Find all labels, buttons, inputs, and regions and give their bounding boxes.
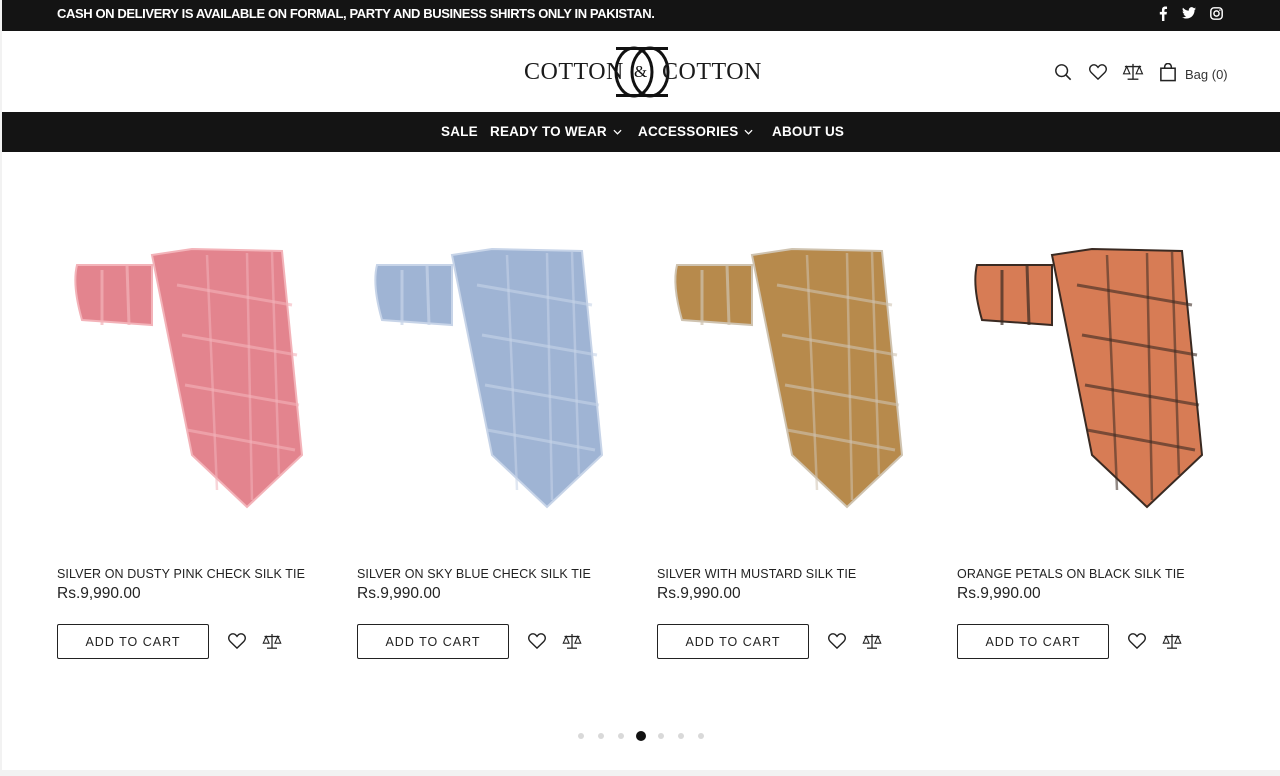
add-to-cart-button[interactable]: ADD TO CART [357,624,509,659]
product-price: Rs.9,990.00 [57,585,141,602]
chevron-down-icon [744,129,754,135]
nav-item-label: ABOUT US [772,124,845,139]
nav-item-label: ACCESSORIES [638,124,739,139]
carousel-dot[interactable] [578,733,584,739]
bag-count-label[interactable]: Bag (0) [1185,67,1228,82]
heart-icon[interactable] [1087,61,1109,83]
product-card: SILVER ON DUSTY PINK CHECK SILK TIE Rs.9… [57,225,337,665]
product-price: Rs.9,990.00 [357,585,441,602]
brand-logo[interactable]: COTTON & COTTON [524,43,762,101]
product-image[interactable] [357,225,617,525]
carousel-dot[interactable] [658,733,664,739]
add-to-cart-button[interactable]: ADD TO CART [57,624,209,659]
product-name[interactable]: SILVER ON DUSTY PINK CHECK SILK TIE [57,567,305,581]
announcement-bar: CASH ON DELIVERY IS AVAILABLE ON FORMAL,… [2,0,1280,31]
product-name[interactable]: SILVER ON SKY BLUE CHECK SILK TIE [357,567,591,581]
nav-item-sale[interactable]: SALE [441,124,478,139]
compare-icon[interactable] [562,631,582,651]
product-card: SILVER WITH MUSTARD SILK TIE Rs.9,990.00… [657,225,937,665]
facebook-icon[interactable] [1154,4,1172,22]
compare-icon[interactable] [262,631,282,651]
carousel-dot[interactable] [678,733,684,739]
nav-item-ready-to-wear[interactable]: READY TO WEAR [490,124,622,139]
product-price: Rs.9,990.00 [657,585,741,602]
wishlist-heart-icon[interactable] [227,631,247,651]
announcement-text: CASH ON DELIVERY IS AVAILABLE ON FORMAL,… [57,6,655,21]
carousel-dot[interactable] [618,733,624,739]
nav-item-about-us[interactable]: ABOUT US [772,124,844,139]
main-nav: SALE READY TO WEAR ACCESSORIES ABOUT US [2,112,1280,152]
product-card: SILVER ON SKY BLUE CHECK SILK TIE Rs.9,9… [357,225,637,665]
nav-item-label: READY TO WEAR [490,124,607,139]
twitter-icon[interactable] [1180,4,1198,22]
product-image[interactable] [657,225,917,525]
bag-icon[interactable] [1157,61,1179,83]
compare-icon[interactable] [1162,631,1182,651]
add-to-cart-button[interactable]: ADD TO CART [957,624,1109,659]
add-to-cart-button[interactable]: ADD TO CART [657,624,809,659]
product-name[interactable]: ORANGE PETALS ON BLACK SILK TIE [957,567,1185,581]
nav-item-accessories[interactable]: ACCESSORIES [638,124,754,139]
carousel-dot[interactable] [698,733,704,739]
wishlist-heart-icon[interactable] [527,631,547,651]
compare-icon[interactable] [862,631,882,651]
site-header: COTTON & COTTON Bag (0) [2,31,1280,112]
product-name[interactable]: SILVER WITH MUSTARD SILK TIE [657,567,856,581]
brand-word-right: COTTON [662,59,762,85]
page: CASH ON DELIVERY IS AVAILABLE ON FORMAL,… [2,0,1280,770]
chevron-down-icon [613,129,622,135]
product-image[interactable] [957,225,1217,525]
carousel-dot[interactable] [598,733,604,739]
instagram-icon[interactable] [1207,4,1225,22]
carousel-pagination [578,730,718,742]
wishlist-heart-icon[interactable] [827,631,847,651]
brand-word-left: COTTON [524,59,624,85]
carousel-dot-active[interactable] [636,731,646,741]
wishlist-heart-icon[interactable] [1127,631,1147,651]
product-card: ORANGE PETALS ON BLACK SILK TIE Rs.9,990… [957,225,1237,665]
compare-icon[interactable] [1122,61,1144,83]
product-price: Rs.9,990.00 [957,585,1041,602]
nav-item-label: SALE [441,124,478,139]
product-image[interactable] [57,225,317,525]
brand-ampersand: & [634,62,648,81]
search-icon[interactable] [1052,61,1074,83]
